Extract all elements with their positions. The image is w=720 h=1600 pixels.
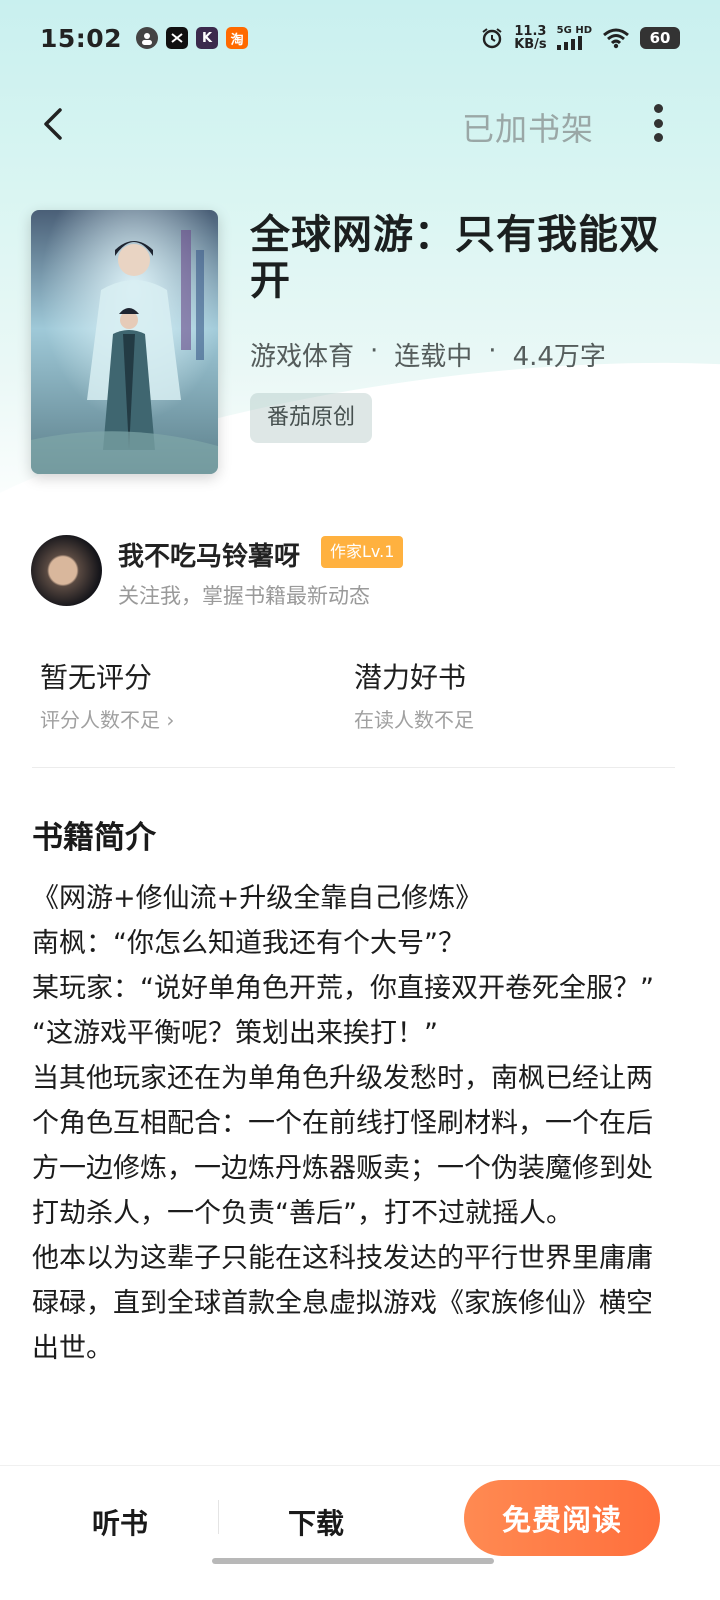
meta-separator: · [488,336,497,366]
status-right: 11.3 KB/s 5G HD 60 [480,25,680,51]
alarm-icon [482,28,502,49]
bottom-divider [218,1500,219,1534]
capcut-icon [166,27,189,49]
book-category[interactable]: 游戏体育 [250,336,354,373]
meta-separator: · [370,336,379,366]
top-nav: 已加书架 [0,90,720,160]
intro-heading: 书籍简介 [32,820,156,856]
book-title: 全球网游：只有我能双开 [250,212,660,304]
intro-paragraph: 某玩家：“说好单角色开荒，你直接双开卷死全服？” [32,973,654,1004]
author-subtitle: 关注我，掌握书籍最新动态 [118,584,370,608]
listen-button[interactable]: 听书 [92,1502,148,1542]
added-to-shelf-button[interactable]: 已加书架 [462,104,594,150]
status-app-icons: K 淘 [136,27,249,49]
potential-stat: 潜力好书 在读人数不足 [354,656,474,733]
k-app-icon: K [196,27,219,49]
home-indicator[interactable] [212,1558,494,1564]
intro-paragraph: 南枫：“你怎么知道我还有个大号”？ [32,928,465,959]
back-button[interactable] [30,98,80,148]
more-dot-icon [653,118,663,128]
free-read-button[interactable]: 免费阅读 [464,1480,660,1556]
rating-subtitle: 评分人数不足 › [40,708,175,732]
book-cover-art [31,210,218,474]
rating-title: 暂无评分 [40,661,153,694]
status-time: 15:02 [40,23,123,53]
book-cover[interactable] [31,210,218,474]
book-status: 连载中 [394,342,473,372]
avatar-icon [136,27,159,49]
intro-paragraph: 当其他玩家还在为单角色升级发愁时，南枫已经让两个角色互相配合：一个在前线打怪刷材… [32,1063,653,1229]
more-dot-icon [653,133,663,142]
signal-bars-icon [556,36,582,50]
bottom-action-bar: 听书 下载 免费阅读 [0,1465,720,1600]
author-level-badge: 作家Lv.1 [321,536,404,568]
more-options-button[interactable] [640,100,676,146]
book-tag[interactable]: 番茄原创 [250,393,373,443]
download-button[interactable]: 下载 [288,1502,344,1542]
intro-paragraph: “这游戏平衡呢？策划出来挨打！” [32,1018,438,1049]
book-meta: 游戏体育 · 连载中 · 4.4万字 [250,336,606,373]
potential-title: 潜力好书 [354,661,467,694]
intro-body[interactable]: 《网游+修仙流+升级全靠自己修炼》 南枫：“你怎么知道我还有个大号”？ 某玩家：… [32,876,672,1371]
battery-indicator: 60 [640,27,680,49]
wifi-icon [603,28,629,49]
status-bar: 15:02 K 淘 11.3 KB/s 5G HD 60 [0,0,720,76]
taobao-icon: 淘 [226,27,249,49]
chevron-left-icon [44,108,62,140]
author-avatar[interactable] [31,535,102,606]
potential-subtitle: 在读人数不足 [354,708,474,732]
section-divider [32,767,675,768]
book-word-count: 4.4万字 [512,342,606,372]
net-speed: 11.3 KB/s [514,24,547,52]
signal-indicator: 5G HD [556,26,592,50]
author-name[interactable]: 我不吃马铃薯呀 [118,536,300,573]
rating-stat[interactable]: 暂无评分 评分人数不足 › [40,656,174,733]
intro-paragraph: 他本以为这辈子只能在这科技发达的平行世界里庸庸碌碌，直到全球首款全息虚拟游戏《家… [32,1243,653,1364]
intro-paragraph: 《网游+修仙流+升级全靠自己修炼》 [32,883,483,914]
more-dot-icon [653,104,663,113]
